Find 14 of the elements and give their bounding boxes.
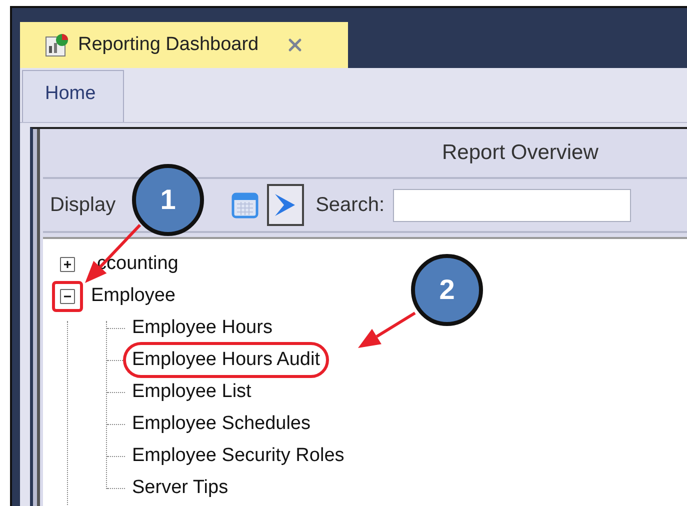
document-tab[interactable]: Reporting Dashboard <box>20 22 348 68</box>
expand-toggle[interactable] <box>60 256 75 272</box>
arrow <box>358 312 416 348</box>
search-label: Search: <box>316 194 385 216</box>
collapse-toggle[interactable] <box>60 288 75 304</box>
tab-title: Reporting Dashboard <box>78 34 259 56</box>
run-button[interactable] <box>266 184 304 226</box>
tree-node[interactable]: Employee <box>91 282 176 310</box>
ribbon-tab[interactable]: Home <box>22 70 124 122</box>
tree-leaf[interactable]: Employee Hours Audit <box>123 342 329 378</box>
search-field[interactable] <box>392 188 631 222</box>
display-label: Display <box>50 194 116 216</box>
report-chart-icon <box>44 32 70 58</box>
calendar-icon[interactable] <box>230 191 259 219</box>
